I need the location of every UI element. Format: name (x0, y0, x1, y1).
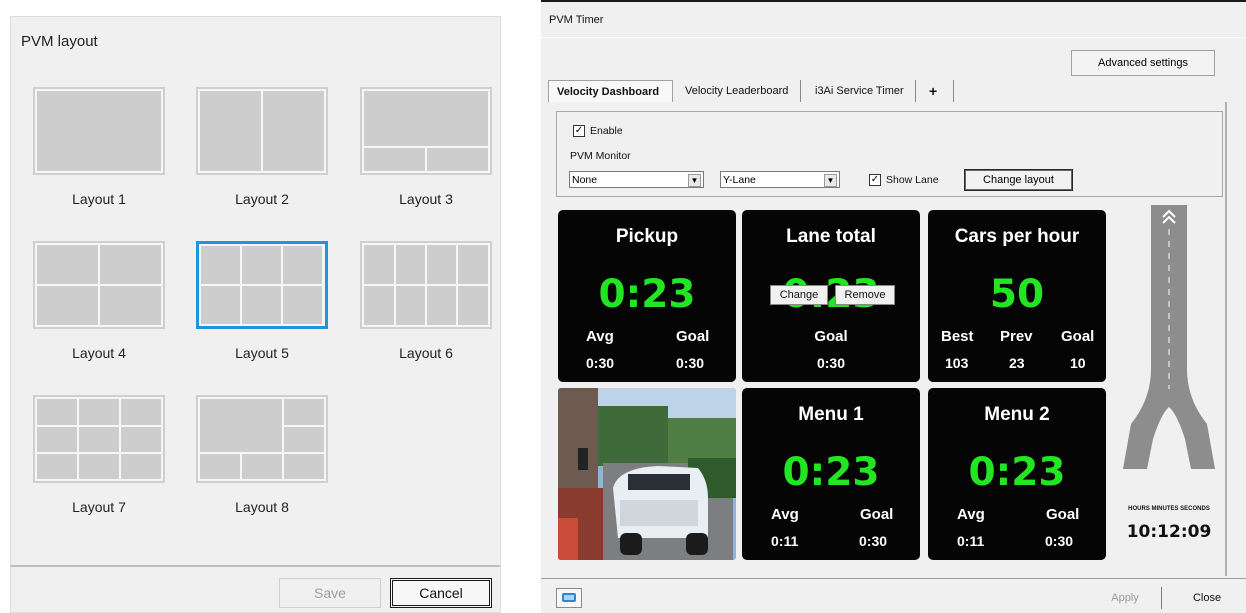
tile-menu-1[interactable]: Menu 1 0:23 Avg Goal 0:11 0:30 (742, 388, 920, 560)
goal-label: Goal (1046, 506, 1080, 523)
pvm-layout-dialog: PVM layout Layout 1 Layout 2 Layout 3 La… (10, 16, 501, 613)
pvm-timer-window: PVM Timer Advanced settings Velocity Das… (541, 0, 1246, 613)
close-button[interactable]: Close (1177, 587, 1237, 609)
tab-velocity-leaderboard[interactable]: Velocity Leaderboard (677, 80, 801, 102)
goal-label: Goal (676, 328, 710, 345)
tile-value: 50 (989, 272, 1045, 317)
enable-label: Enable (590, 125, 623, 137)
layout-2-label: Layout 2 (235, 191, 289, 207)
layout-6-thumbnail[interactable] (360, 241, 492, 329)
layout-7-thumbnail[interactable] (33, 395, 165, 483)
tile-remove-button[interactable]: Remove (835, 285, 895, 305)
tile-title: Lane total (786, 226, 876, 247)
layout-1-label: Layout 1 (72, 191, 126, 207)
tile-value: 0:23 (782, 450, 880, 495)
avg-label: Avg (586, 328, 614, 345)
layout-option-2[interactable]: Layout 2 (196, 87, 328, 207)
prev-label: Prev (1000, 328, 1033, 345)
enable-checkbox[interactable]: ✓ (573, 125, 585, 137)
apply-button[interactable]: Apply (1089, 587, 1162, 609)
layout-option-5[interactable]: Layout 5 (196, 241, 328, 361)
avg-label: Avg (771, 506, 799, 523)
keyboard-button[interactable] (556, 588, 582, 608)
tile-change-button[interactable]: Change (770, 285, 828, 305)
change-layout-button[interactable]: Change layout (964, 169, 1073, 191)
tile-pickup[interactable]: Pickup 0:23 Avg Goal 0:30 0:30 (558, 210, 736, 382)
prev-value: 23 (1009, 355, 1025, 371)
clock-time: 10:12:09 (1126, 522, 1212, 542)
footer-divider (541, 578, 1246, 579)
save-button[interactable]: Save (279, 578, 381, 608)
layout-2-thumbnail[interactable] (196, 87, 328, 175)
goal-label: Goal (814, 328, 848, 345)
lane-select[interactable]: Y-Lane ▼ (720, 171, 840, 188)
layout-5-thumbnail[interactable] (196, 241, 328, 329)
tile-menu-2[interactable]: Menu 2 0:23 Avg Goal 0:11 0:30 (928, 388, 1106, 560)
dialog-title: PVM layout (21, 33, 98, 50)
goal-value: 0:30 (859, 533, 888, 549)
layout-option-3[interactable]: Layout 3 (360, 87, 492, 207)
layout-4-label: Layout 4 (72, 345, 126, 361)
best-label: Best (941, 328, 974, 345)
advanced-settings-button[interactable]: Advanced settings (1071, 50, 1215, 76)
keyboard-icon (562, 593, 576, 602)
layout-7-label: Layout 7 (72, 499, 126, 515)
tab-velocity-dashboard[interactable]: Velocity Dashboard (548, 80, 673, 102)
avg-value: 0:30 (586, 355, 615, 371)
title-divider (541, 37, 1246, 38)
avg-label: Avg (957, 506, 985, 523)
tile-value: 0:23 (968, 450, 1066, 495)
tile-title: Menu 2 (984, 404, 1050, 425)
goal-label: Goal (1061, 328, 1095, 345)
show-lane-checkbox[interactable]: ✓ (869, 174, 881, 186)
tile-title: Menu 1 (798, 404, 864, 425)
tab-add[interactable]: + (921, 80, 954, 102)
clock-caption: HOURS MINUTES SECONDS (1128, 506, 1210, 512)
tile-title: Pickup (615, 226, 679, 247)
goal-label: Goal (860, 506, 894, 523)
pvm-monitor-select[interactable]: None ▼ (569, 171, 704, 188)
chevron-down-icon[interactable]: ▼ (824, 174, 837, 187)
goal-value: 0:30 (816, 355, 846, 371)
goal-value: 10 (1070, 355, 1086, 371)
goal-value: 0:30 (676, 355, 705, 371)
best-value: 103 (945, 355, 969, 371)
layout-5-label: Layout 5 (235, 345, 289, 361)
avg-value: 0:11 (957, 533, 985, 549)
pvm-monitor-label: PVM Monitor (570, 150, 631, 162)
tab-i3ai-service-timer[interactable]: i3Ai Service Timer (807, 80, 916, 102)
layout-option-8[interactable]: Layout 8 (196, 395, 328, 515)
lane-value: Y-Lane (723, 174, 756, 186)
layout-option-1[interactable]: Layout 1 (33, 87, 165, 207)
lane-road-panel: HOURS MINUTES SECONDS 10:12:09 (1119, 199, 1219, 570)
cancel-button[interactable]: Cancel (390, 578, 492, 608)
layout-3-label: Layout 3 (399, 191, 453, 207)
tile-cars-per-hour[interactable]: Cars per hour 50 Best Prev Goal 103 23 1… (928, 210, 1106, 382)
window-title: PVM Timer (549, 14, 604, 26)
layout-8-thumbnail[interactable] (196, 395, 328, 483)
dialog-divider (11, 565, 500, 567)
layout-option-4[interactable]: Layout 4 (33, 241, 165, 361)
layout-8-label: Layout 8 (235, 499, 289, 515)
chevron-down-icon[interactable]: ▼ (688, 174, 701, 187)
show-lane-label: Show Lane (886, 174, 939, 186)
layout-4-thumbnail[interactable] (33, 241, 165, 329)
camera-feed-tile[interactable] (558, 388, 736, 560)
goal-value: 0:30 (1045, 533, 1074, 549)
layout-1-thumbnail[interactable] (33, 87, 165, 175)
tile-title: Cars per hour (954, 226, 1080, 247)
avg-value: 0:11 (771, 533, 799, 549)
layout-option-6[interactable]: Layout 6 (360, 241, 492, 361)
layout-6-label: Layout 6 (399, 345, 453, 361)
tile-value: 0:23 (598, 272, 696, 317)
camera-feed-image (558, 388, 736, 560)
y-lane-road-icon (1123, 205, 1215, 469)
layout-3-thumbnail[interactable] (360, 87, 492, 175)
layout-option-7[interactable]: Layout 7 (33, 395, 165, 515)
pvm-monitor-value: None (572, 174, 598, 186)
